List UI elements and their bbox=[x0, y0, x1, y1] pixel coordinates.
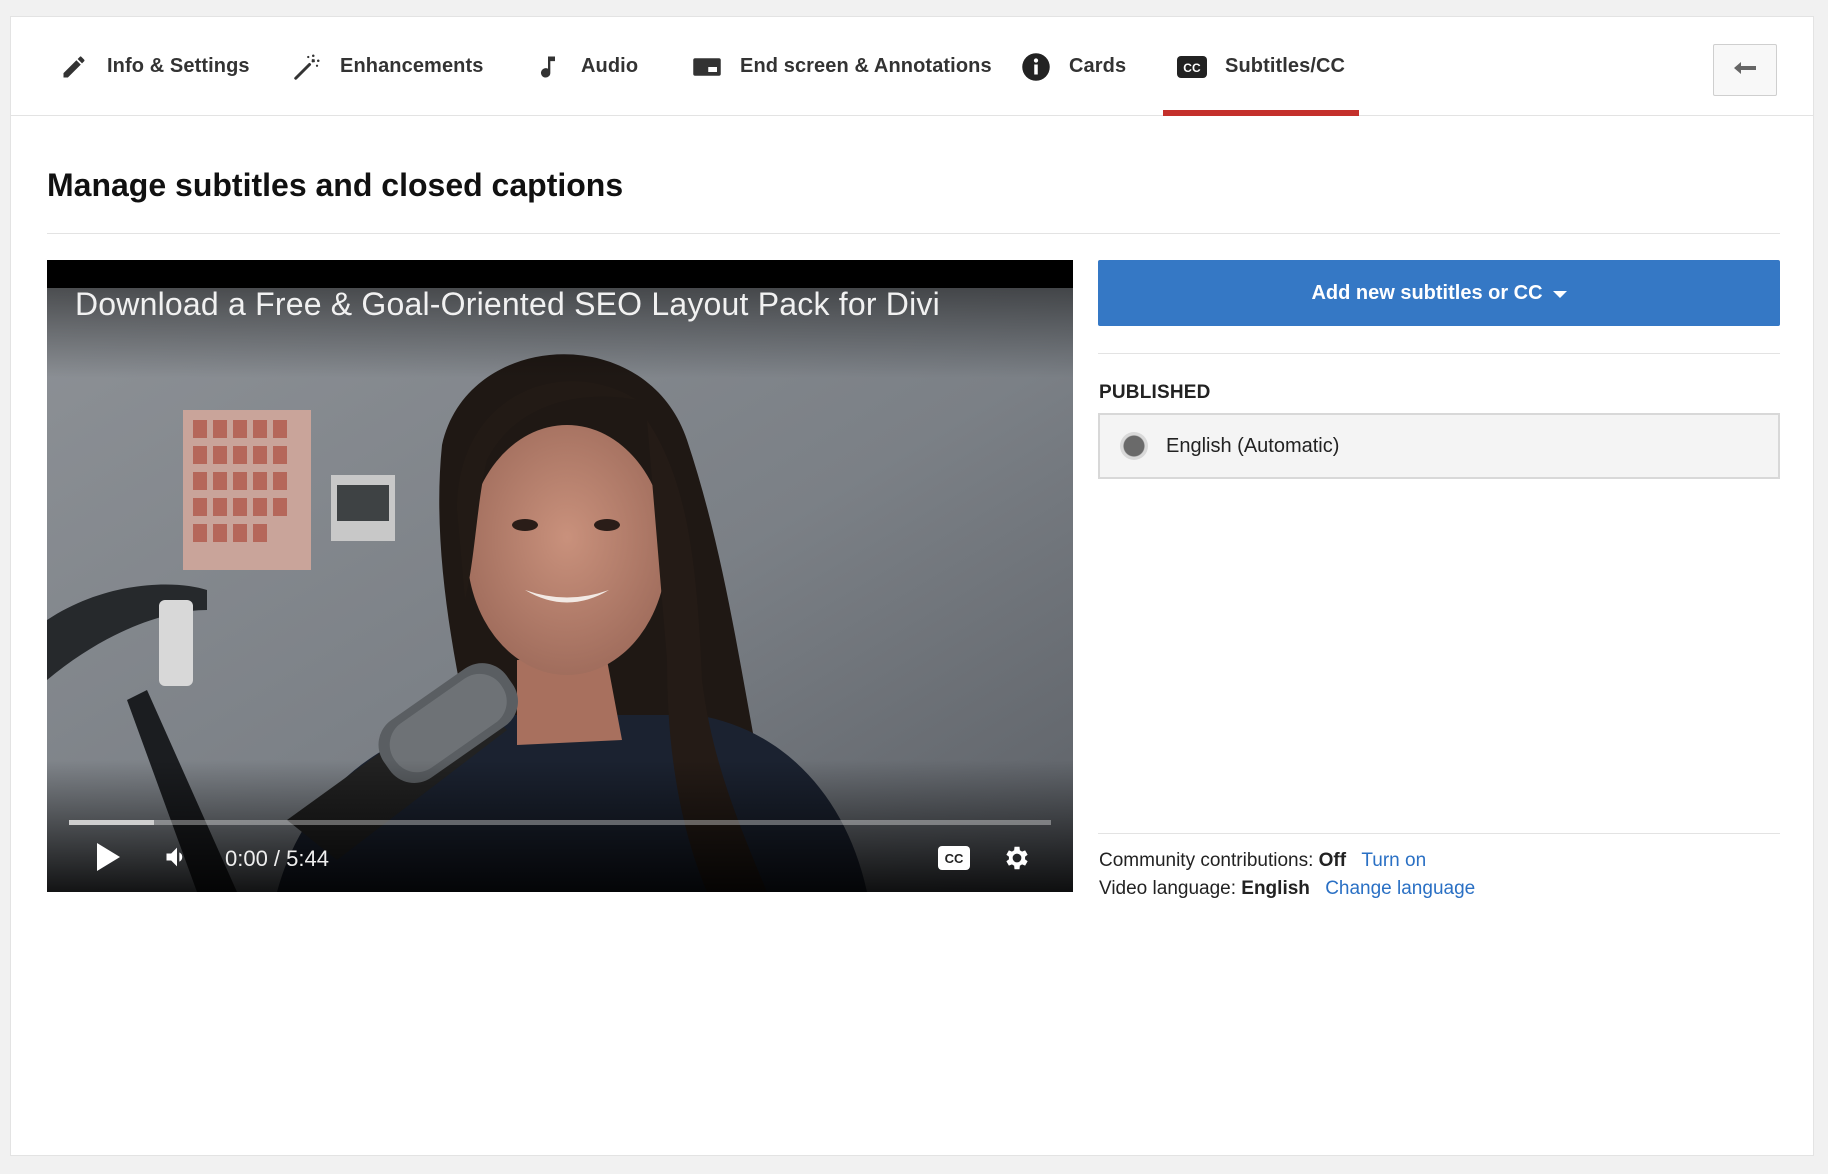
progress-bar[interactable] bbox=[69, 820, 1051, 825]
cc-icon: CC bbox=[937, 845, 971, 876]
video-language: Video language: English Change language bbox=[1099, 878, 1475, 900]
magic-wand-icon bbox=[292, 52, 322, 82]
svg-text:CC: CC bbox=[1183, 61, 1201, 75]
play-icon bbox=[95, 842, 121, 877]
editor-card: Info & Settings Enhancements Audio End s… bbox=[10, 16, 1814, 1156]
community-contributions: Community contributions: Off Turn on bbox=[1099, 850, 1426, 872]
tab-audio[interactable]: Audio bbox=[533, 17, 638, 116]
settings-button[interactable] bbox=[999, 842, 1035, 878]
tab-enhancements[interactable]: Enhancements bbox=[292, 17, 483, 116]
divider bbox=[47, 233, 1780, 234]
turn-on-link[interactable]: Turn on bbox=[1361, 850, 1426, 871]
tab-label: Enhancements bbox=[340, 55, 484, 77]
change-language-link[interactable]: Change language bbox=[1325, 878, 1475, 899]
cc-icon: CC bbox=[1177, 52, 1207, 82]
page-title: Manage subtitles and closed captions bbox=[47, 167, 624, 203]
track-name: English (Automatic) bbox=[1166, 434, 1340, 457]
caret-down-icon bbox=[1552, 290, 1567, 298]
captions-button[interactable]: CC bbox=[935, 844, 973, 876]
tab-subtitles-cc[interactable]: CC Subtitles/CC bbox=[1162, 17, 1360, 116]
tab-label: Audio bbox=[581, 55, 639, 77]
tab-end-screen-annotations[interactable]: End screen & Annotations bbox=[692, 17, 992, 116]
tab-cards[interactable]: Cards bbox=[1021, 17, 1126, 116]
svg-text:CC: CC bbox=[945, 851, 964, 866]
tab-bar: Info & Settings Enhancements Audio End s… bbox=[11, 17, 1813, 116]
video-language-label: Video language: bbox=[1099, 878, 1236, 899]
video-title: Download a Free & Goal-Oriented SEO Layo… bbox=[75, 286, 940, 322]
published-track-english[interactable]: English (Automatic) bbox=[1098, 413, 1780, 479]
volume-icon bbox=[163, 843, 191, 876]
back-arrow-icon bbox=[1732, 59, 1758, 82]
volume-button[interactable] bbox=[159, 842, 195, 876]
add-subtitles-button[interactable]: Add new subtitles or CC bbox=[1098, 260, 1780, 326]
community-value: Off bbox=[1318, 850, 1347, 871]
end-screen-icon bbox=[692, 52, 722, 82]
video-player[interactable]: Download a Free & Goal-Oriented SEO Layo… bbox=[47, 260, 1073, 892]
published-heading: PUBLISHED bbox=[1099, 382, 1211, 403]
add-subtitles-label: Add new subtitles or CC bbox=[1311, 281, 1543, 304]
video-language-value: English bbox=[1241, 878, 1310, 899]
tab-info-settings[interactable]: Info & Settings bbox=[59, 17, 250, 116]
tab-label: Cards bbox=[1069, 55, 1127, 77]
video-frame bbox=[47, 260, 1073, 892]
info-icon bbox=[1021, 52, 1051, 82]
pencil-icon bbox=[59, 52, 89, 82]
buffered-fill bbox=[69, 820, 155, 825]
music-note-icon bbox=[533, 52, 563, 82]
community-label: Community contributions: bbox=[1099, 850, 1314, 871]
tab-label: Subtitles/CC bbox=[1225, 55, 1346, 77]
track-status-icon bbox=[1120, 432, 1148, 460]
settings-icon bbox=[1002, 843, 1032, 878]
divider bbox=[1098, 833, 1780, 834]
tab-label: Info & Settings bbox=[107, 55, 250, 77]
time-readout: 0:00 / 5:44 bbox=[225, 846, 329, 871]
divider bbox=[1098, 353, 1780, 354]
tab-label: End screen & Annotations bbox=[740, 55, 992, 77]
back-button[interactable] bbox=[1713, 44, 1777, 96]
play-button[interactable] bbox=[91, 842, 125, 876]
